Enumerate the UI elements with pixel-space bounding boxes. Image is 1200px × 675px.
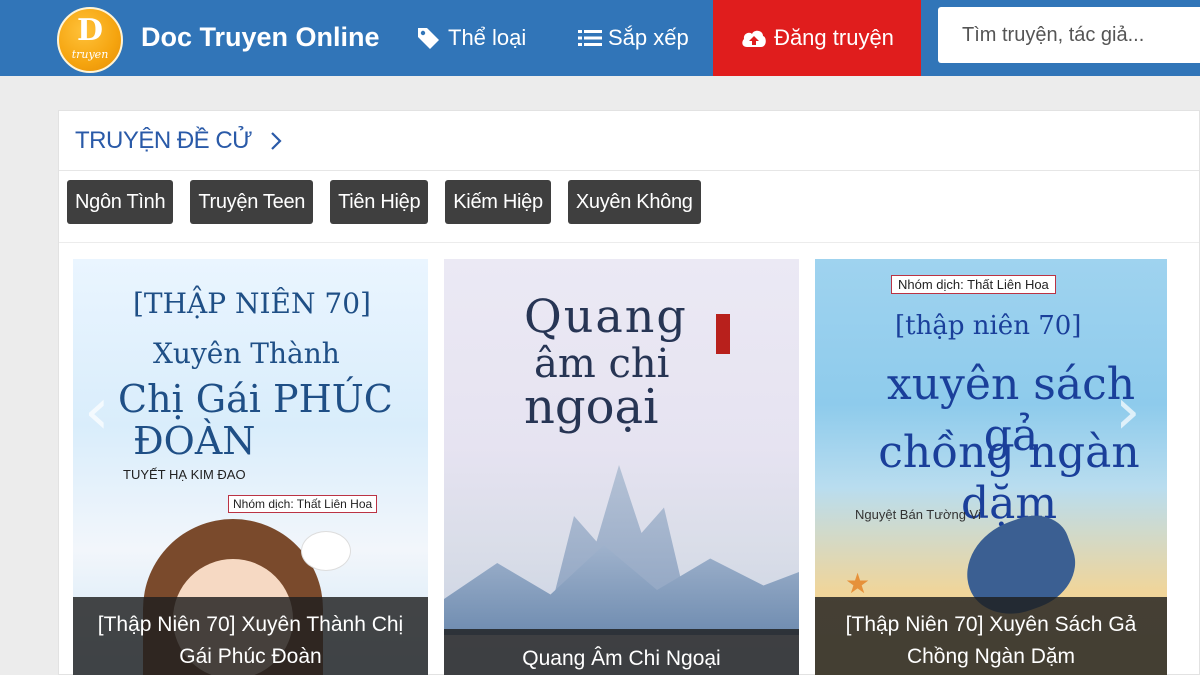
nav-sort-menu[interactable]: Sắp xếp bbox=[578, 0, 689, 76]
logo-subtext: truyen bbox=[71, 48, 109, 61]
cover-series: [thập niên 70] bbox=[895, 311, 1082, 341]
cover-red-seal bbox=[716, 314, 730, 354]
site-brand-link[interactable]: Doc Truyen Online bbox=[141, 20, 380, 54]
story-card[interactable]: Nhóm dịch: Thất Liên Hoa [thập niên 70] … bbox=[815, 259, 1167, 675]
tag-tien-hiep[interactable]: Tiên Hiệp bbox=[330, 180, 429, 224]
upload-story-button[interactable]: Đăng truyện bbox=[713, 0, 921, 76]
cover-author: TUYẾT HẠ KIM ĐAO bbox=[123, 467, 246, 482]
carousel-next-icon[interactable]: › bbox=[1115, 380, 1141, 444]
nav-genre-label: Thể loại bbox=[448, 25, 527, 50]
cover-illustration-bunny bbox=[301, 531, 351, 571]
tag-truyen-teen[interactable]: Truyện Teen bbox=[190, 180, 314, 224]
search-input[interactable] bbox=[938, 7, 1200, 63]
logo-letter: D bbox=[76, 13, 103, 48]
genre-tag-list: Ngôn Tình Truyện Teen Tiên Hiệp Kiếm Hiệ… bbox=[67, 180, 718, 224]
top-navbar: D truyen Doc Truyen Online Thể loại Sắp … bbox=[0, 0, 1200, 76]
cloud-upload-icon bbox=[742, 30, 766, 47]
divider bbox=[59, 242, 1199, 243]
tag-ngon-tinh[interactable]: Ngôn Tình bbox=[67, 180, 174, 224]
section-title: TRUYỆN ĐỀ CỬ bbox=[75, 127, 253, 154]
cover-author: Nguyệt Bán Tường Vi bbox=[855, 507, 981, 522]
tag-xuyen-khong[interactable]: Xuyên Không bbox=[567, 180, 701, 224]
cover-translator-badge: Nhóm dịch: Thất Liên Hoa bbox=[228, 495, 378, 513]
section-title-link[interactable]: TRUYỆN ĐỀ CỬ bbox=[75, 127, 282, 155]
cover-title-line: Chị Gái PHÚC bbox=[118, 377, 393, 421]
tag-icon bbox=[418, 28, 439, 49]
nav-genre-menu[interactable]: Thể loại bbox=[416, 0, 526, 76]
carousel-prev-icon[interactable]: ‹ bbox=[84, 380, 110, 444]
story-card[interactable]: Quang âm chi ngoại Quang Âm Chi Ngoại bbox=[444, 259, 799, 675]
tag-kiem-hiep[interactable]: Kiếm Hiệp bbox=[445, 180, 551, 224]
cover-title-line: ngoại bbox=[524, 379, 659, 435]
cover-translator-badge: Nhóm dịch: Thất Liên Hoa bbox=[891, 275, 1056, 294]
cover-title-line: ĐOÀN bbox=[133, 419, 256, 463]
story-card[interactable]: [THẬP NIÊN 70] Xuyên Thành Chị Gái PHÚC … bbox=[73, 259, 428, 675]
upload-story-label: Đăng truyện bbox=[774, 25, 894, 50]
cover-title-line: Xuyên Thành bbox=[153, 337, 340, 370]
story-title[interactable]: [Thập Niên 70] Xuyên Thành Chị Gái Phúc … bbox=[73, 597, 428, 675]
site-logo[interactable]: D truyen bbox=[57, 7, 123, 73]
panel-header: TRUYỆN ĐỀ CỬ bbox=[59, 111, 1199, 171]
chevron-right-icon bbox=[271, 132, 282, 150]
nav-sort-label: Sắp xếp bbox=[608, 25, 689, 50]
story-title[interactable]: [Thập Niên 70] Xuyên Sách Gả Chồng Ngàn … bbox=[815, 597, 1167, 675]
story-title[interactable]: Quang Âm Chi Ngoại bbox=[444, 629, 799, 675]
cover-series: [THẬP NIÊN 70] bbox=[133, 287, 371, 320]
list-icon bbox=[578, 30, 602, 46]
starfish-icon: ★ bbox=[845, 568, 871, 599]
cover-title-line: Quang bbox=[524, 289, 688, 343]
